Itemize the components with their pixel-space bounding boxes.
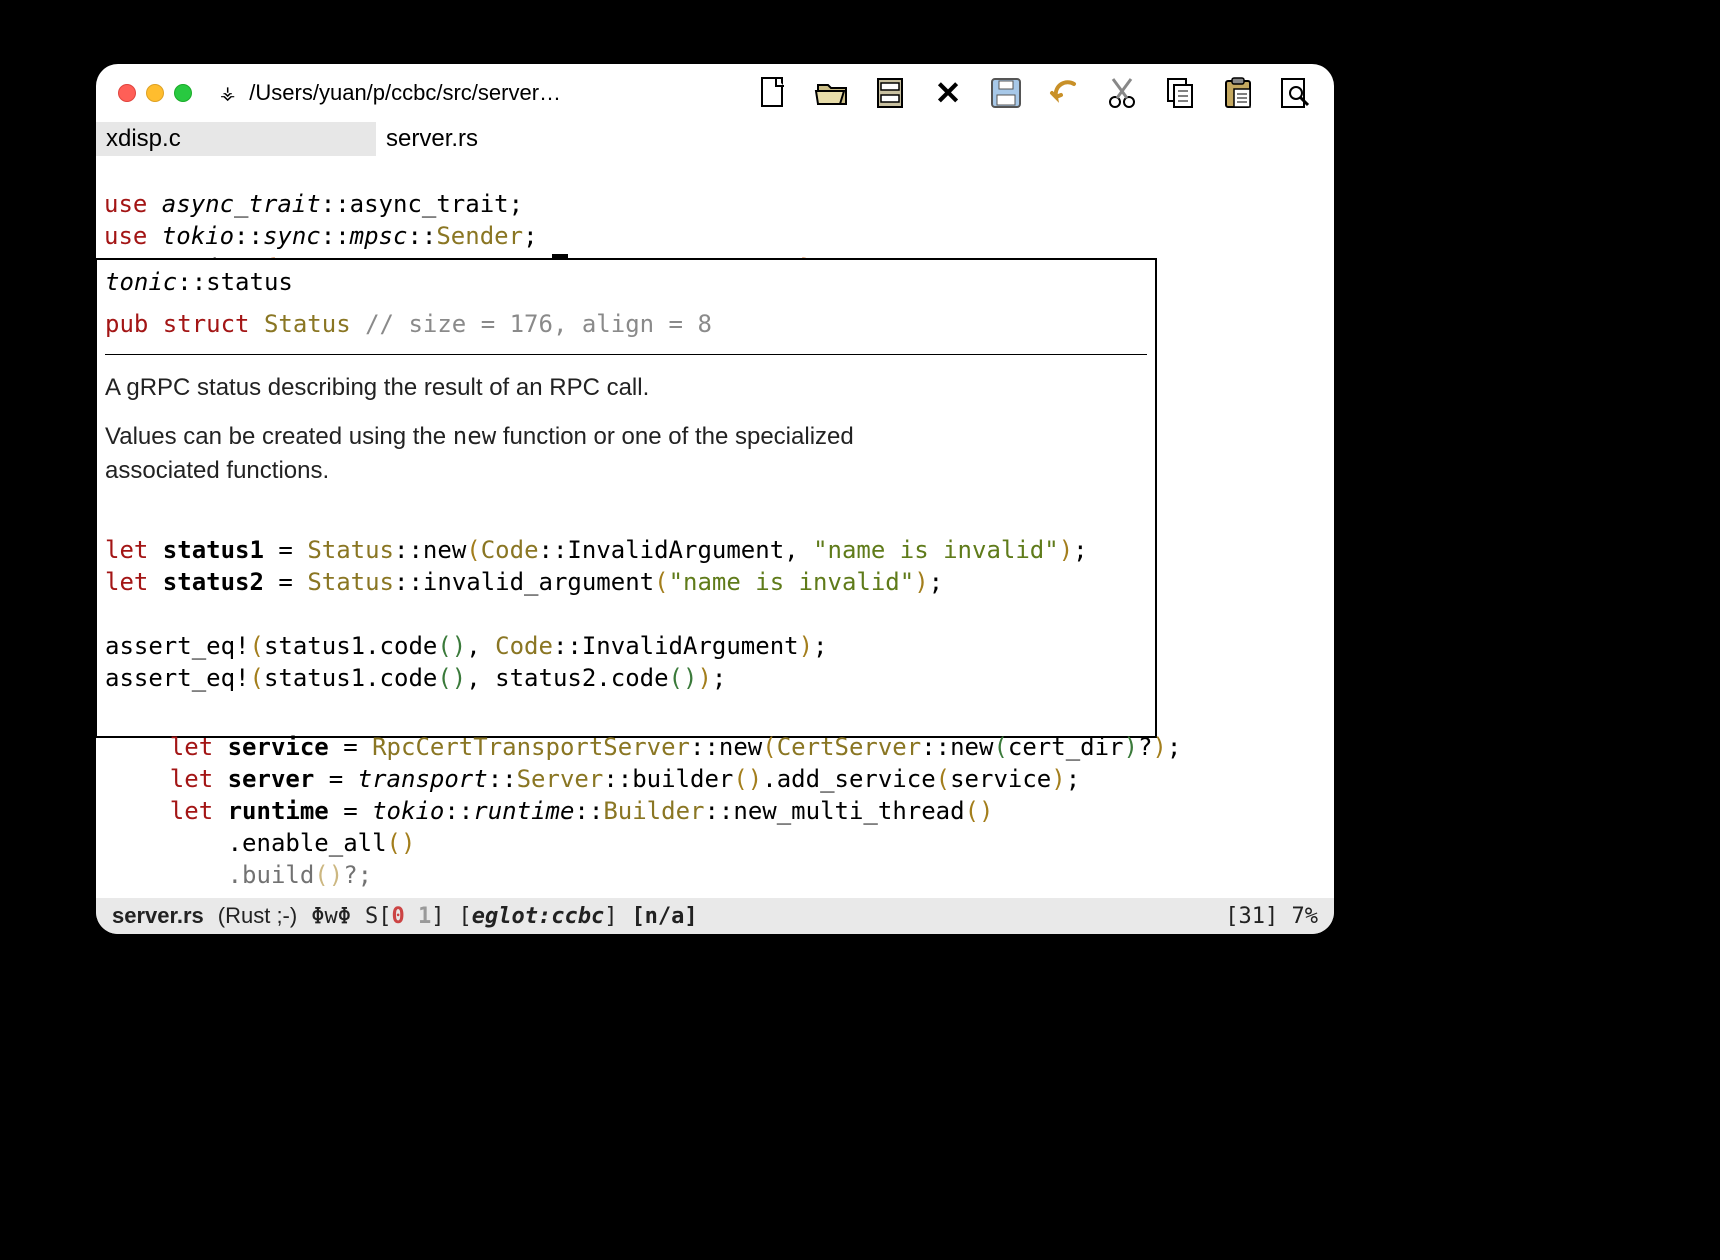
dired-button[interactable]	[870, 73, 910, 113]
hover-doc-popup: tonic::status pub struct Status // size …	[96, 258, 1157, 738]
titlebar: ⚶ /Users/yuan/p/ccbc/src/server… ✕	[96, 64, 1334, 122]
copy-button[interactable]	[1160, 73, 1200, 113]
doc-paragraph-2: Values can be created using the new func…	[105, 419, 905, 488]
toolbar: ✕	[754, 73, 1316, 113]
kill-buffer-button[interactable]: ✕	[928, 73, 968, 113]
editor-window: ⚶ /Users/yuan/p/ccbc/src/server… ✕	[96, 64, 1334, 934]
open-file-button[interactable]	[812, 73, 852, 113]
doc-signature: pub struct Status // size = 176, align =…	[105, 308, 1147, 340]
modified-indicator-icon: ⚶	[220, 84, 235, 102]
save-button[interactable]	[986, 73, 1026, 113]
modeline-position: [31] 7%	[1225, 904, 1318, 929]
search-button[interactable]	[1276, 73, 1316, 113]
zoom-icon[interactable]	[174, 84, 192, 102]
mode-line[interactable]: server.rs (Rust ;-) ΦwΦ S[0 1] [eglot:cc…	[96, 898, 1334, 934]
modeline-extra: [n/a]	[631, 904, 697, 929]
undo-button[interactable]	[1044, 73, 1084, 113]
tab-server-rs[interactable]: server.rs	[376, 122, 656, 156]
cut-button[interactable]	[1102, 73, 1142, 113]
modeline-major-mode: (Rust ;-)	[218, 903, 297, 929]
modeline-flycheck: S[0 1]	[365, 904, 445, 929]
close-icon[interactable]	[118, 84, 136, 102]
modeline-eglot: [eglot:ccbc]	[458, 904, 617, 929]
modeline-filename: server.rs	[112, 903, 204, 929]
window-title: /Users/yuan/p/ccbc/src/server…	[249, 80, 561, 106]
minimize-icon[interactable]	[146, 84, 164, 102]
doc-path: tonic::status	[105, 266, 1147, 298]
tab-xdisp-c[interactable]: xdisp.c	[96, 122, 376, 156]
new-file-button[interactable]	[754, 73, 794, 113]
code-lower: let service = RpcCertTransportServer::ne…	[104, 699, 1191, 898]
window-controls	[118, 84, 192, 102]
modeline-indicator: ΦwΦ	[311, 904, 351, 929]
paste-button[interactable]	[1218, 73, 1258, 113]
editor-area[interactable]: use async_trait::async_trait; use tokio:…	[96, 156, 1334, 898]
tab-bar: xdisp.c server.rs	[96, 122, 1334, 156]
doc-paragraph-1: A gRPC status describing the result of a…	[105, 371, 905, 405]
doc-example: let status1 = Status::new(Code::InvalidA…	[105, 502, 1147, 726]
